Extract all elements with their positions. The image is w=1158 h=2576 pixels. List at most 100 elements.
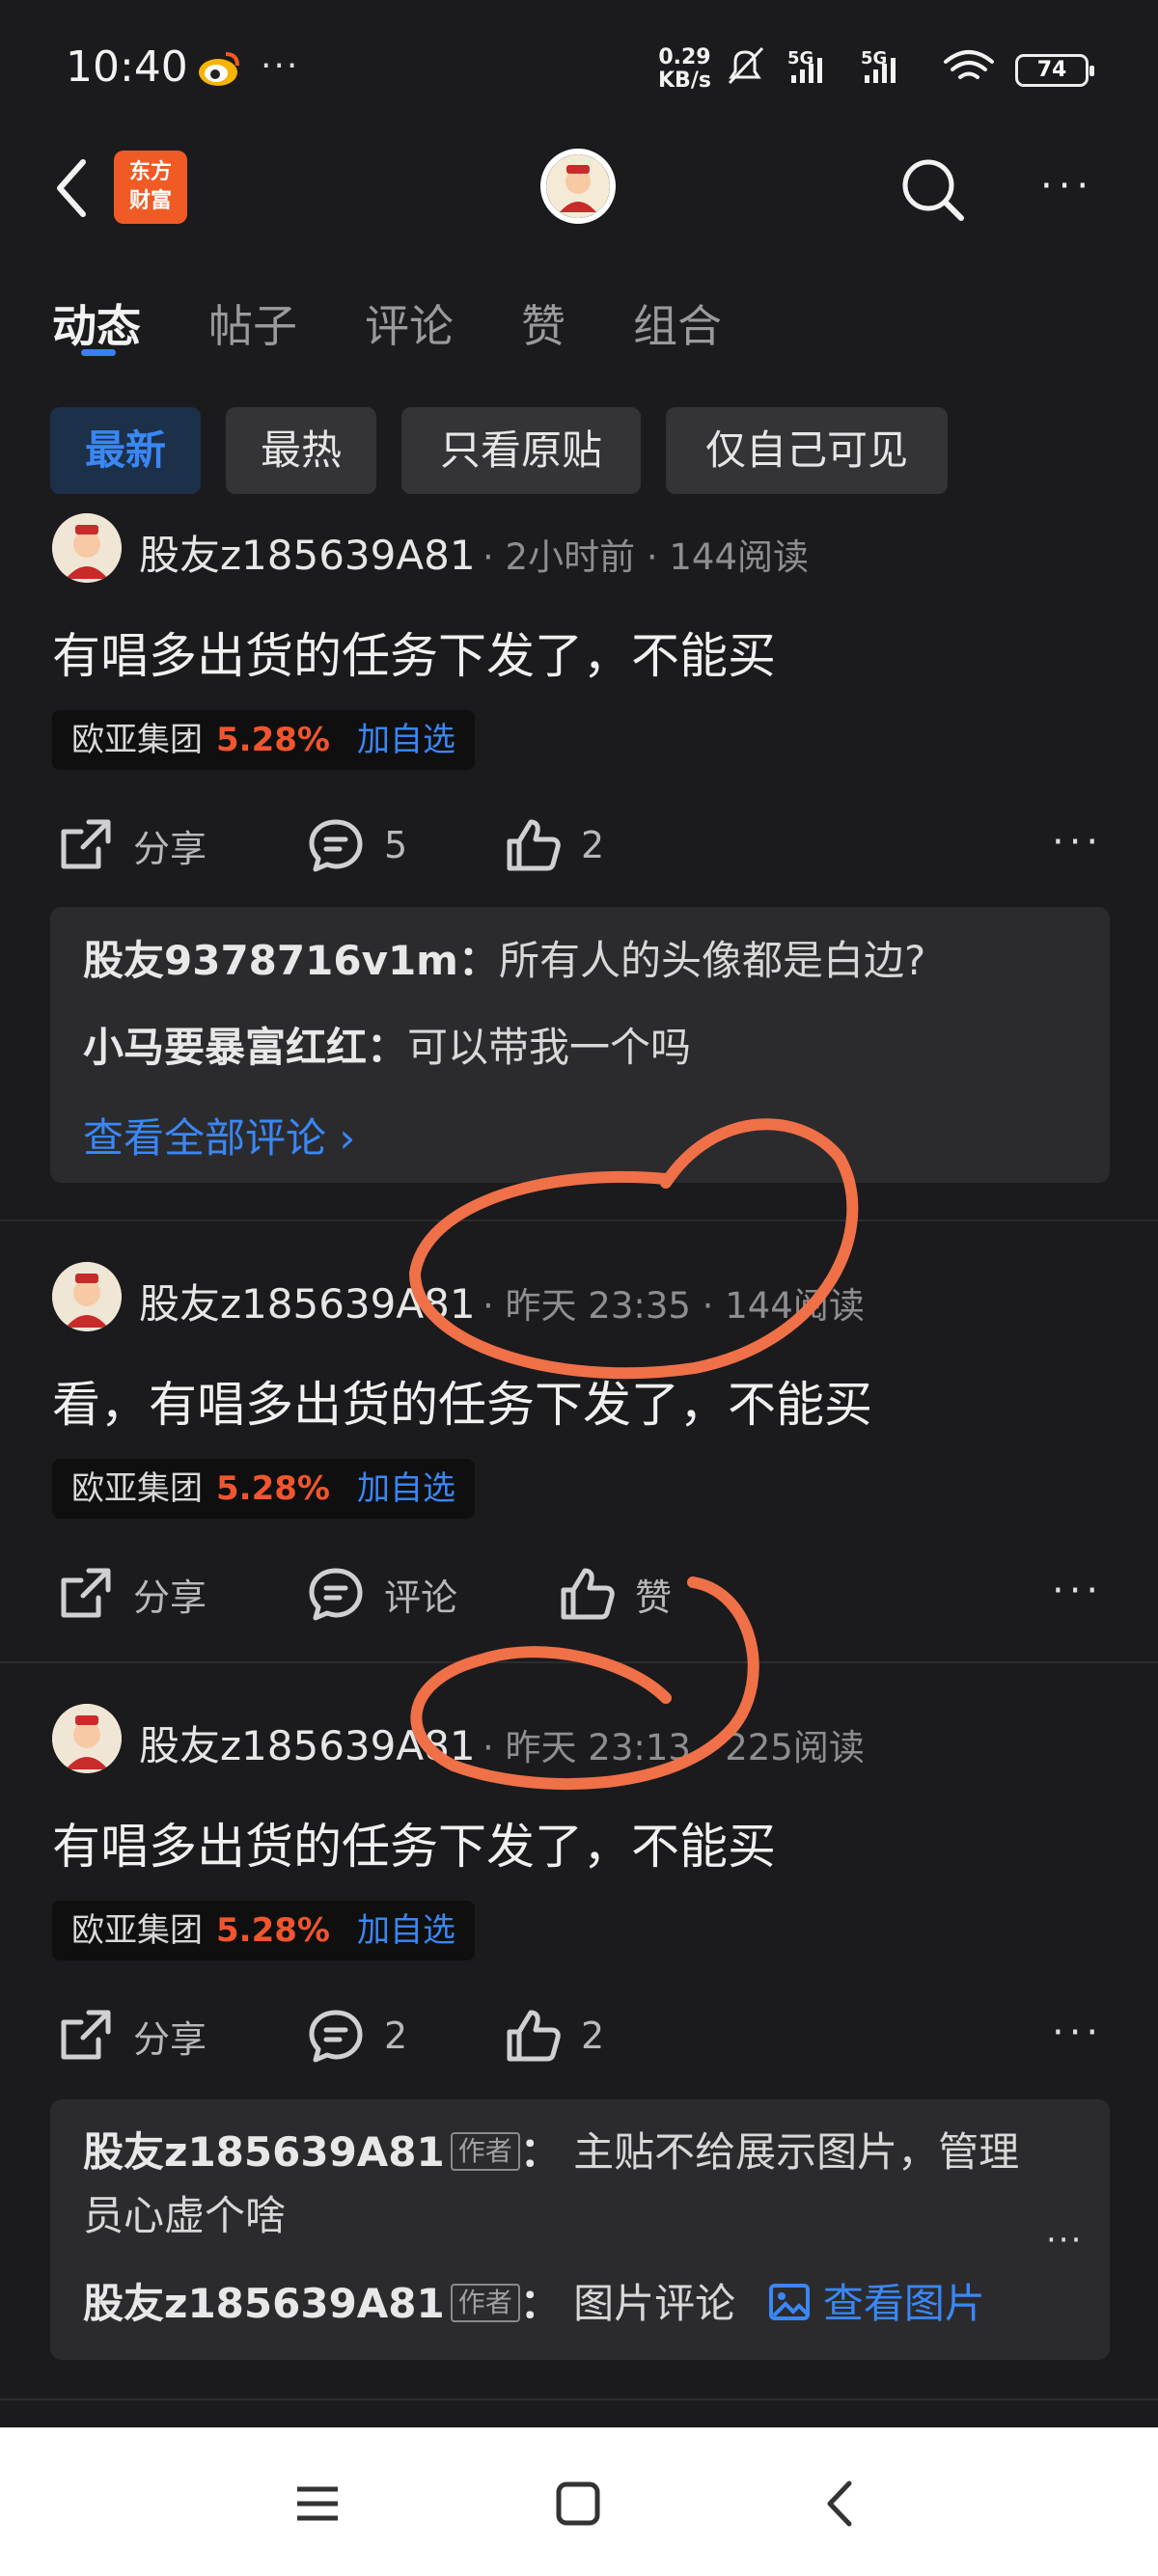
like-label: 赞 <box>635 1576 673 1619</box>
comment-icon <box>309 2010 363 2063</box>
comment-text: 图片评论 <box>573 2280 736 2327</box>
user-avatar[interactable] <box>52 1262 122 1331</box>
post-content[interactable]: 看，有唱多出货的任务下发了，不能买 <box>52 1366 872 1436</box>
profile-avatar[interactable] <box>540 149 616 224</box>
filter-latest[interactable]: 最新 <box>50 407 201 494</box>
net-speed-unit: KB/s <box>658 69 711 93</box>
add-watchlist-button[interactable]: 加自选 <box>357 721 455 759</box>
comment-button[interactable]: 评论 <box>307 1565 457 1623</box>
post-time: · 昨天 23:13 · 225阅读 <box>482 1727 865 1768</box>
signal-icons: 5G 5G <box>728 46 994 85</box>
user-avatar[interactable] <box>52 1704 122 1773</box>
stock-change: 5.28% <box>216 1911 330 1950</box>
status-time: 10:40 <box>66 42 188 92</box>
battery-icon: 74 <box>1015 54 1094 87</box>
filter-original-only[interactable]: 只看原贴 <box>401 407 641 494</box>
search-icon[interactable] <box>896 152 969 226</box>
view-image-link[interactable]: 查看图片 <box>768 2280 985 2327</box>
view-all-comments-link[interactable]: 查看全部评论 › <box>83 1106 355 1165</box>
like-button[interactable]: 赞 <box>558 1565 672 1623</box>
comment-author[interactable]: 股友z185639A81 <box>83 2280 445 2327</box>
post-reads: 225阅读 <box>725 1727 865 1768</box>
comment-author[interactable]: 股友9378716v1m <box>83 937 458 984</box>
stock-tag[interactable]: 欧亚集团 5.28% 加自选 <box>52 1459 475 1519</box>
divider <box>0 2398 1158 2400</box>
comment-preview[interactable]: 股友9378716v1m：所有人的头像都是白边? 小马要暴富红红：可以带我一个吗… <box>50 907 1110 1183</box>
filter-hot[interactable]: 最热 <box>226 407 376 494</box>
share-button[interactable]: 分享 <box>56 1565 207 1623</box>
share-label: 分享 <box>133 1576 207 1619</box>
tab-active-indicator <box>81 349 116 356</box>
comment-text: 可以带我一个吗 <box>407 1024 692 1071</box>
stock-tag[interactable]: 欧亚集团 5.28% 加自选 <box>52 710 475 770</box>
comment-label: 评论 <box>384 1576 458 1619</box>
stock-tag[interactable]: 欧亚集团 5.28% 加自选 <box>52 1901 475 1960</box>
comment-icon <box>309 819 363 872</box>
weibo-icon <box>199 52 239 86</box>
tab-posts[interactable]: 帖子 <box>208 291 297 355</box>
share-icon <box>61 819 111 869</box>
thumbs-up-icon <box>507 819 561 871</box>
share-button[interactable]: 分享 <box>56 816 207 874</box>
stock-change: 5.28% <box>216 721 330 759</box>
post-username[interactable]: 股友z185639A81 <box>139 1272 476 1330</box>
share-button[interactable]: 分享 <box>56 2007 207 2065</box>
comment-item: 股友z185639A81 作者： 主贴不给展示图片，管理员心虚个啥 <box>83 2128 1020 2239</box>
comment-author[interactable]: 小马要暴富红红 <box>83 1024 367 1071</box>
thumbs-up-icon <box>507 2010 561 2062</box>
post-content[interactable]: 有唱多出货的任务下发了，不能买 <box>52 1808 776 1877</box>
stock-change: 5.28% <box>216 1469 330 1508</box>
post-reads: 144阅读 <box>725 1285 865 1327</box>
share-label: 分享 <box>133 2017 207 2061</box>
stock-name: 欧亚集团 <box>71 1469 203 1508</box>
post-time-value: 昨天 23:13 <box>505 1727 691 1768</box>
divider <box>0 1661 1158 1663</box>
comment-more-icon[interactable]: ··· <box>1046 2221 1083 2260</box>
share-label: 分享 <box>133 827 207 870</box>
comment-item: 小马要暴富红红：可以带我一个吗 <box>83 1024 692 1071</box>
comment-item: 股友9378716v1m：所有人的头像都是白边? <box>83 937 926 984</box>
post-more-icon[interactable]: ··· <box>1052 820 1103 864</box>
comment-button[interactable]: 5 <box>307 816 407 874</box>
tab-activity[interactable]: 动态 <box>52 291 141 355</box>
tab-portfolio[interactable]: 组合 <box>633 291 722 355</box>
comment-text: 所有人的头像都是白边? <box>498 937 926 984</box>
tab-comments[interactable]: 评论 <box>365 291 454 355</box>
nav-back-icon[interactable] <box>807 2470 874 2537</box>
status-more-icon: ··· <box>261 46 300 86</box>
comment-count: 5 <box>384 824 408 866</box>
menu-icon[interactable] <box>284 2470 351 2537</box>
image-icon <box>768 2284 810 2320</box>
like-button[interactable]: 2 <box>504 2007 604 2065</box>
logo-line2: 财富 <box>128 189 172 213</box>
net-speed: 0.29 KB/s <box>658 46 711 93</box>
like-button[interactable]: 2 <box>504 816 604 874</box>
filter-private[interactable]: 仅自己可见 <box>666 407 948 494</box>
author-badge: 作者 <box>450 2284 520 2322</box>
comment-preview[interactable]: 股友z185639A81 作者： 主贴不给展示图片，管理员心虚个啥 ··· 股友z… <box>50 2099 1110 2360</box>
back-icon[interactable] <box>48 154 96 222</box>
comment-author[interactable]: 股友z185639A81 <box>83 2128 445 2176</box>
post-more-icon[interactable]: ··· <box>1052 1569 1103 1613</box>
comment-item: 股友z185639A81 作者： 图片评论 查看图片 <box>83 2280 985 2327</box>
post-time-value: 昨天 23:35 <box>505 1285 691 1327</box>
user-avatar[interactable] <box>52 513 122 583</box>
add-watchlist-button[interactable]: 加自选 <box>357 1911 455 1950</box>
comment-button[interactable]: 2 <box>307 2007 407 2065</box>
more-options-icon[interactable]: ··· <box>1040 164 1094 208</box>
view-image-label: 查看图片 <box>822 2280 985 2327</box>
home-icon[interactable] <box>544 2470 612 2537</box>
post-username[interactable]: 股友z185639A81 <box>139 1713 476 1772</box>
stock-name: 欧亚集团 <box>71 721 203 759</box>
post-time-value: 2小时前 <box>505 536 636 578</box>
post-username[interactable]: 股友z185639A81 <box>139 523 476 582</box>
app-logo[interactable]: 东方 财富 <box>114 151 187 224</box>
author-badge: 作者 <box>450 2132 520 2171</box>
add-watchlist-button[interactable]: 加自选 <box>357 1469 455 1508</box>
logo-line1: 东方 <box>128 160 172 184</box>
post-reads: 144阅读 <box>669 536 809 578</box>
tab-likes[interactable]: 赞 <box>521 291 565 355</box>
like-count: 2 <box>581 2014 605 2057</box>
post-content[interactable]: 有唱多出货的任务下发了，不能买 <box>52 617 776 687</box>
post-more-icon[interactable]: ··· <box>1052 2011 1103 2055</box>
